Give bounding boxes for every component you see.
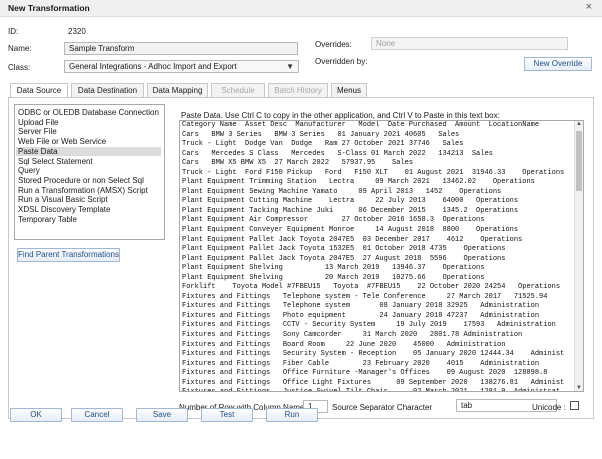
overridden-by-label: Overridden by: bbox=[315, 57, 368, 66]
overrides-label: Overrides: bbox=[315, 40, 352, 49]
id-value: 2320 bbox=[68, 27, 86, 36]
close-icon[interactable]: × bbox=[586, 1, 592, 13]
source-type-item[interactable]: ODBC or OLEDB Database Connection bbox=[18, 108, 159, 117]
class-label: Class: bbox=[8, 63, 31, 72]
new-override-button[interactable]: New Override bbox=[524, 57, 592, 71]
ok-button[interactable]: OK bbox=[10, 408, 62, 422]
tab-data-mapping[interactable]: Data Mapping bbox=[147, 83, 208, 97]
name-input[interactable]: Sample Transform bbox=[64, 42, 298, 55]
tab-menus[interactable]: Menus bbox=[331, 83, 367, 97]
id-label: ID: bbox=[8, 27, 19, 36]
source-type-list[interactable]: ODBC or OLEDB Database Connection Upload … bbox=[14, 104, 165, 240]
source-type-item[interactable]: Web File or Web Service bbox=[18, 137, 106, 146]
overrides-input[interactable]: None bbox=[371, 37, 568, 50]
cancel-button[interactable]: Cancel bbox=[71, 408, 123, 422]
window-title: New Transformation bbox=[8, 3, 90, 13]
unicode-label: Unicode : bbox=[532, 403, 566, 412]
source-type-item[interactable]: Temporary Table bbox=[18, 215, 77, 224]
tab-schedule[interactable]: Schedule bbox=[211, 83, 265, 97]
paste-hint: Paste Data. Use Ctrl C to copy in the ot… bbox=[181, 111, 500, 120]
source-type-item[interactable]: XDSL Discovery Template bbox=[18, 205, 110, 214]
test-button[interactable]: Test bbox=[201, 408, 253, 422]
class-select[interactable]: General Integrations - Adhoc Import and … bbox=[64, 60, 299, 73]
unicode-checkbox[interactable] bbox=[570, 401, 579, 410]
separator-label: Source Separator Character bbox=[332, 403, 433, 412]
save-button[interactable]: Save bbox=[136, 408, 188, 422]
source-type-item[interactable]: Paste Data bbox=[16, 146, 161, 156]
vertical-scrollbar[interactable]: ▲ ▼ bbox=[574, 121, 583, 391]
tab-batch-history[interactable]: Batch History bbox=[268, 83, 328, 97]
source-type-item[interactable]: Run a Visual Basic Script bbox=[18, 195, 108, 204]
paste-data-content[interactable]: Category Name Asset Desc Manufacturer Mo… bbox=[182, 121, 573, 391]
source-type-item[interactable]: Sql Select Statement bbox=[18, 157, 93, 166]
name-label: Name: bbox=[8, 44, 32, 53]
scroll-up-icon[interactable]: ▲ bbox=[576, 121, 582, 127]
source-type-item[interactable]: Query bbox=[18, 166, 40, 175]
chevron-down-icon: ▼ bbox=[286, 62, 294, 71]
scrollbar-thumb[interactable] bbox=[576, 131, 582, 191]
source-type-item[interactable]: Server File bbox=[18, 127, 57, 136]
find-parent-button[interactable]: Find Parent Transformations bbox=[17, 248, 120, 262]
tab-data-destination[interactable]: Data Destination bbox=[71, 83, 144, 97]
scroll-down-icon[interactable]: ▼ bbox=[576, 385, 582, 391]
run-button[interactable]: Run bbox=[266, 408, 318, 422]
title-bar: New Transformation × bbox=[0, 0, 602, 17]
class-select-value: General Integrations - Adhoc Import and … bbox=[69, 62, 237, 71]
source-type-item[interactable]: Upload File bbox=[18, 118, 58, 127]
source-type-item[interactable]: Run a Transformation (AMSX) Script bbox=[18, 186, 148, 195]
tab-data-source[interactable]: Data Source bbox=[10, 83, 68, 98]
paste-data-textarea[interactable]: Category Name Asset Desc Manufacturer Mo… bbox=[179, 120, 584, 392]
source-type-item[interactable]: Stored Procedure or non Select Sql bbox=[18, 176, 144, 185]
